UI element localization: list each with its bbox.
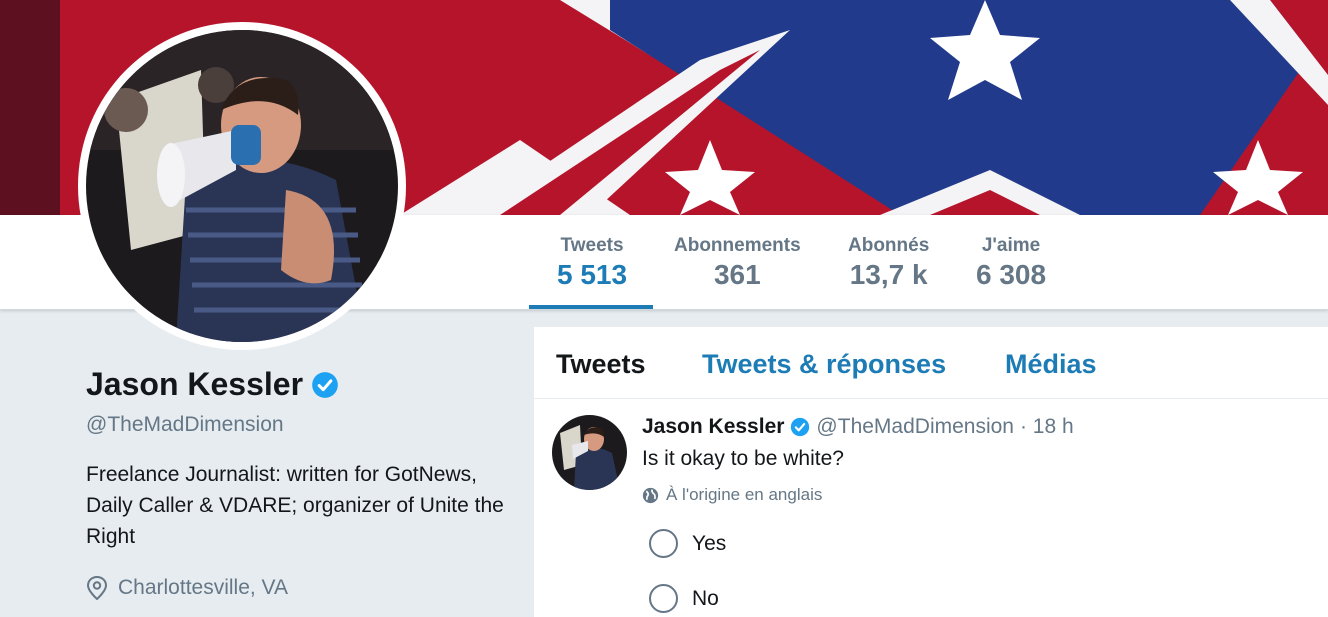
profile-location: Charlottesville, VA	[86, 576, 516, 600]
tweet-avatar[interactable]	[552, 415, 627, 490]
tweet-author-name[interactable]: Jason Kessler	[642, 415, 784, 439]
profile-handle[interactable]: @TheMadDimension	[86, 413, 516, 437]
globe-icon	[642, 487, 659, 503]
poll-option-label: Yes	[692, 531, 727, 555]
profile-avatar[interactable]	[78, 22, 406, 350]
profile-name: Jason Kessler	[86, 366, 304, 402]
translate-link[interactable]: À l'origine en anglais	[642, 485, 822, 505]
tweet-author-handle[interactable]: @TheMadDimension	[816, 415, 1014, 439]
tweet-header: Jason Kessler @TheMadDimension · 18 h	[642, 415, 1074, 439]
stat-tweets-value: 5 513	[557, 259, 628, 290]
translate-text: À l'origine en anglais	[666, 485, 823, 504]
tab-tweets-replies[interactable]: Tweets & réponses	[702, 349, 946, 380]
profile-card: Jason Kessler @TheMadDimension Freelance…	[86, 366, 516, 600]
verified-badge-icon	[312, 371, 338, 398]
location-text: Charlottesville, VA	[118, 576, 289, 599]
location-pin-icon	[86, 576, 108, 600]
stat-followers-value: 13,7 k	[849, 259, 928, 290]
tweet-timestamp[interactable]: · 18 h	[1020, 415, 1074, 439]
radio-circle-icon[interactable]	[649, 529, 678, 558]
stat-following-label: Abonnements	[674, 235, 801, 256]
stat-followers[interactable]: Abonnés 13,7 k	[848, 235, 929, 291]
stat-likes[interactable]: J'aime 6 308	[976, 235, 1046, 291]
tweet-text: Is it okay to be white?	[642, 447, 844, 470]
stat-tweets-label: Tweets	[560, 235, 624, 256]
poll-option-yes[interactable]: Yes	[649, 529, 726, 558]
stat-followers-label: Abonnés	[848, 235, 930, 256]
stat-likes-value: 6 308	[976, 259, 1047, 290]
tab-media[interactable]: Médias	[1005, 349, 1097, 380]
timeline-tabs: Tweets Tweets & réponses Médias	[534, 327, 1328, 399]
stat-tweets[interactable]: Tweets 5 513	[528, 235, 654, 309]
stat-following-value: 361	[713, 259, 761, 290]
profile-bio: Freelance Journalist: written for GotNew…	[86, 463, 504, 548]
timeline-panel: Tweets Tweets & réponses Médias Jason Ke…	[534, 327, 1328, 617]
poll-option-label: No	[692, 586, 719, 610]
poll-option-no[interactable]: No	[649, 584, 719, 613]
radio-circle-icon[interactable]	[649, 584, 678, 613]
profile-name-row: Jason Kessler	[86, 366, 516, 403]
stat-likes-label: J'aime	[981, 235, 1041, 256]
verified-badge-icon	[791, 417, 810, 437]
tab-tweets[interactable]: Tweets	[556, 349, 646, 380]
stat-following[interactable]: Abonnements 361	[674, 235, 801, 291]
